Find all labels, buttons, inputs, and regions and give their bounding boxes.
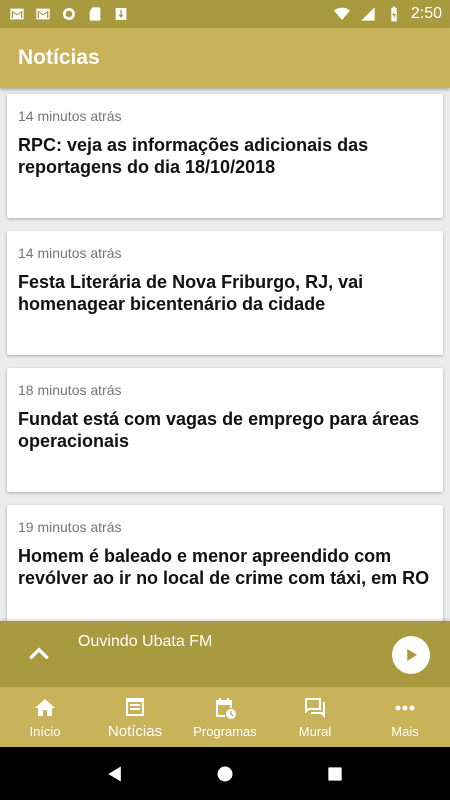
app-bar: Notícias <box>0 28 450 88</box>
gmail-icon <box>34 6 52 22</box>
news-card[interactable]: 19 minutos atrás Homem é baleado e menor… <box>7 505 443 622</box>
news-time: 18 minutos atrás <box>18 382 122 398</box>
nav-label: Mural <box>298 723 332 739</box>
signal-icon <box>359 6 377 22</box>
nav-item-mural[interactable]: Mural <box>270 687 360 747</box>
wifi-icon <box>333 6 351 22</box>
news-title: Festa Literária de Nova Friburgo, RJ, va… <box>18 272 364 314</box>
expand-player-button[interactable] <box>0 621 78 687</box>
news-card[interactable]: 18 minutos atrás Fundat está com vagas d… <box>7 368 443 492</box>
battery-charging-icon <box>385 6 403 22</box>
nav-item-inicio[interactable]: Início <box>0 687 90 747</box>
recents-icon[interactable] <box>325 764 345 784</box>
home-icon <box>35 698 55 716</box>
nav-label: Início <box>29 723 61 739</box>
nav-label: Programas <box>193 723 257 739</box>
status-bar: 2:50 <box>0 0 450 28</box>
gmail-icon <box>8 6 26 22</box>
news-title: Fundat está com vagas de emprego para ár… <box>18 409 420 451</box>
nav-label: Mais <box>391 723 419 739</box>
page-title: Notícias <box>18 46 100 69</box>
record-icon <box>60 6 78 22</box>
bottom-nav: Início Notícias Programas Mural Mais <box>0 687 450 747</box>
chat-icon <box>305 697 325 718</box>
back-icon[interactable] <box>105 764 125 784</box>
more-icon <box>395 705 415 710</box>
news-title: RPC: veja as informações adicionais das … <box>18 135 369 177</box>
news-time: 19 minutos atrás <box>18 519 122 535</box>
calendar-clock-icon <box>216 697 236 719</box>
sd-card-icon <box>86 6 104 22</box>
play-button[interactable] <box>392 636 430 674</box>
news-time: 14 minutos atrás <box>18 245 122 261</box>
nav-item-programas[interactable]: Programas <box>180 687 270 747</box>
status-time: 2:50 <box>410 5 442 22</box>
player-label: Ouvindo Ubata FM <box>78 633 213 650</box>
system-nav-bar <box>0 747 450 800</box>
news-card[interactable]: 14 minutos atrás RPC: veja as informaçõe… <box>7 94 443 218</box>
news-time: 14 minutos atrás <box>18 108 122 124</box>
nav-item-mais[interactable]: Mais <box>360 687 450 747</box>
player-bar: Ouvindo Ubata FM <box>0 621 450 687</box>
news-title: Homem é baleado e menor apreendido com r… <box>18 546 430 588</box>
news-icon <box>126 697 144 716</box>
news-card[interactable]: 14 minutos atrás Festa Literária de Nova… <box>7 231 443 355</box>
nav-item-noticias[interactable]: Notícias <box>90 687 180 747</box>
news-feed[interactable]: 14 minutos atrás RPC: veja as informaçõe… <box>0 88 450 622</box>
home-circle-icon[interactable] <box>215 764 235 784</box>
chevron-up-icon <box>29 647 49 660</box>
download-icon <box>112 6 130 22</box>
play-icon <box>407 649 417 661</box>
nav-label: Notícias <box>107 722 163 740</box>
